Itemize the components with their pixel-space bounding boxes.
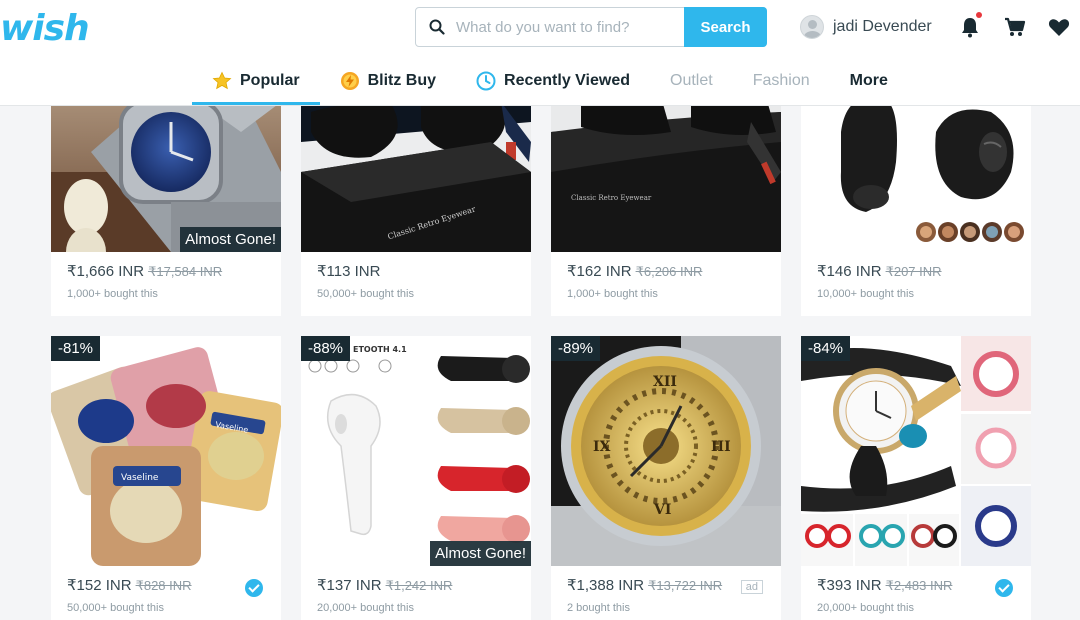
bought-count: 10,000+ bought this: [817, 288, 914, 300]
product-image: ETOOTH 4.1 -88% Almost Gone!: [301, 336, 531, 566]
price-row: ₹152 INR ₹828 INR: [67, 576, 192, 594]
tab-popular[interactable]: Popular: [192, 58, 320, 105]
bought-count: 1,000+ bought this: [567, 288, 658, 300]
ad-label: ad: [740, 580, 763, 594]
product-image: XII III VI IX -89%: [551, 336, 781, 566]
top-header: wish Search jadi Devender: [0, 0, 1080, 106]
user-name: jadi Devender: [833, 18, 932, 35]
svg-text:IX: IX: [593, 439, 611, 455]
bought-count: 1,000+ bought this: [67, 288, 158, 300]
bought-count: 2 bought this: [567, 602, 630, 614]
price-row: ₹137 INR ₹1,242 INR: [317, 576, 452, 594]
search-input[interactable]: [456, 8, 684, 46]
verified-icon: [245, 579, 263, 597]
wishlist-button[interactable]: [1047, 15, 1071, 39]
cart-button[interactable]: [1003, 15, 1027, 39]
product-card-bluetooth-earpiece[interactable]: ETOOTH 4.1 -88% Almost Gone! ₹137 INR ₹1,…: [301, 336, 531, 620]
discount-badge: -84%: [801, 336, 851, 361]
discount-badge: -88%: [301, 336, 351, 361]
product-image: Vaseline Vaseline -81%: [51, 336, 281, 566]
price-row: ₹146 INR ₹207 INR: [817, 262, 942, 280]
price-row: ₹1,666 INR ₹17,584 INR: [67, 262, 222, 280]
price: ₹1,388 INR: [567, 577, 645, 594]
svg-text:XII: XII: [653, 374, 677, 390]
product-card-earbud[interactable]: ₹146 INR ₹207 INR 10,000+ bought this: [801, 106, 1031, 316]
old-price: ₹1,242 INR: [385, 578, 453, 593]
notifications-button[interactable]: [958, 12, 982, 39]
tab-more[interactable]: More: [830, 58, 908, 104]
category-tabs: Popular Blitz Buy Recently Viewed Outlet…: [192, 58, 908, 105]
tab-label: Popular: [240, 72, 300, 89]
blitz-coin-icon: [340, 72, 359, 90]
product-grid: Almost Gone! ₹1,666 INR ₹17,584 INR 1,000…: [51, 106, 1031, 620]
tab-label: Recently Viewed: [504, 72, 630, 89]
wish-logo[interactable]: wish: [0, 8, 90, 49]
bell-icon: [962, 18, 978, 38]
almost-gone-badge: Almost Gone!: [430, 541, 531, 566]
old-price: ₹207 INR: [885, 264, 942, 279]
tab-blitz-buy[interactable]: Blitz Buy: [320, 58, 456, 104]
heart-icon: [1048, 19, 1070, 36]
product-card-watch[interactable]: Almost Gone! ₹1,666 INR ₹17,584 INR 1,000…: [51, 106, 281, 316]
product-card-sunglasses-box[interactable]: Classic Retro Eyewear ₹113 INR 50,000+ b…: [301, 106, 531, 316]
user-profile[interactable]: jadi Devender: [800, 14, 932, 40]
price-row: ₹1,388 INR ₹13,722 INR: [567, 576, 722, 594]
old-price: ₹6,206 INR: [635, 264, 703, 279]
cart-icon: [1005, 17, 1026, 36]
clock-icon: [476, 71, 496, 91]
discount-badge: -81%: [51, 336, 101, 361]
price-row: ₹162 INR ₹6,206 INR: [567, 262, 702, 280]
price: ₹152 INR: [67, 577, 132, 594]
price-row: ₹113 INR: [317, 262, 380, 280]
bought-count: 50,000+ bought this: [67, 602, 164, 614]
bought-count: 50,000+ bought this: [317, 288, 414, 300]
price-row: ₹393 INR ₹2,483 INR: [817, 576, 952, 594]
price: ₹162 INR: [567, 263, 632, 280]
bought-count: 20,000+ bought this: [317, 602, 414, 614]
product-image: Classic Retro Eyewear: [551, 106, 781, 252]
product-image: -84%: [801, 336, 1031, 566]
product-card-bracelet-watch[interactable]: -84% ₹393 INR ₹2,483 INR 20,000+ bought t…: [801, 336, 1031, 620]
product-image: Classic Retro Eyewear: [301, 106, 531, 252]
svg-text:VI: VI: [653, 502, 671, 518]
product-image: [801, 106, 1031, 252]
old-price: ₹2,483 INR: [885, 578, 953, 593]
notification-dot: [976, 12, 982, 18]
svg-text:Classic Retro Eyewear: Classic Retro Eyewear: [571, 194, 652, 202]
verified-icon: [995, 579, 1013, 597]
avatar: [800, 15, 824, 39]
search-icon: [429, 19, 445, 35]
old-price: ₹13,722 INR: [648, 578, 723, 593]
almost-gone-badge: Almost Gone!: [180, 227, 281, 252]
product-image: Almost Gone!: [51, 106, 281, 252]
product-card-skeleton-watch[interactable]: XII III VI IX -89% ₹1,388 INR ₹13,722 INR…: [551, 336, 781, 620]
svg-text:III: III: [711, 439, 731, 455]
old-price: ₹17,584 INR: [148, 264, 223, 279]
product-card-lip-therapy[interactable]: Vaseline Vaseline -81% ₹152 INR ₹828 INR …: [51, 336, 281, 620]
price: ₹393 INR: [817, 577, 882, 594]
price: ₹137 INR: [317, 577, 382, 594]
tab-label: Blitz Buy: [367, 72, 437, 89]
star-icon: [212, 71, 232, 90]
svg-text:Vaseline: Vaseline: [121, 473, 159, 483]
price: ₹113 INR: [317, 263, 381, 280]
product-image-text: ETOOTH 4.1: [353, 345, 407, 354]
tab-recently-viewed[interactable]: Recently Viewed: [456, 58, 650, 104]
search-bar: Search: [415, 7, 767, 47]
discount-badge: -89%: [551, 336, 601, 361]
bought-count: 20,000+ bought this: [817, 602, 914, 614]
tab-outlet[interactable]: Outlet: [650, 58, 733, 104]
price: ₹146 INR: [817, 263, 882, 280]
search-button[interactable]: Search: [684, 7, 767, 47]
product-card-sunglasses-case[interactable]: Classic Retro Eyewear ₹162 INR ₹6,206 INR…: [551, 106, 781, 316]
old-price: ₹828 INR: [135, 578, 192, 593]
price: ₹1,666 INR: [67, 263, 145, 280]
tab-fashion[interactable]: Fashion: [733, 58, 830, 104]
